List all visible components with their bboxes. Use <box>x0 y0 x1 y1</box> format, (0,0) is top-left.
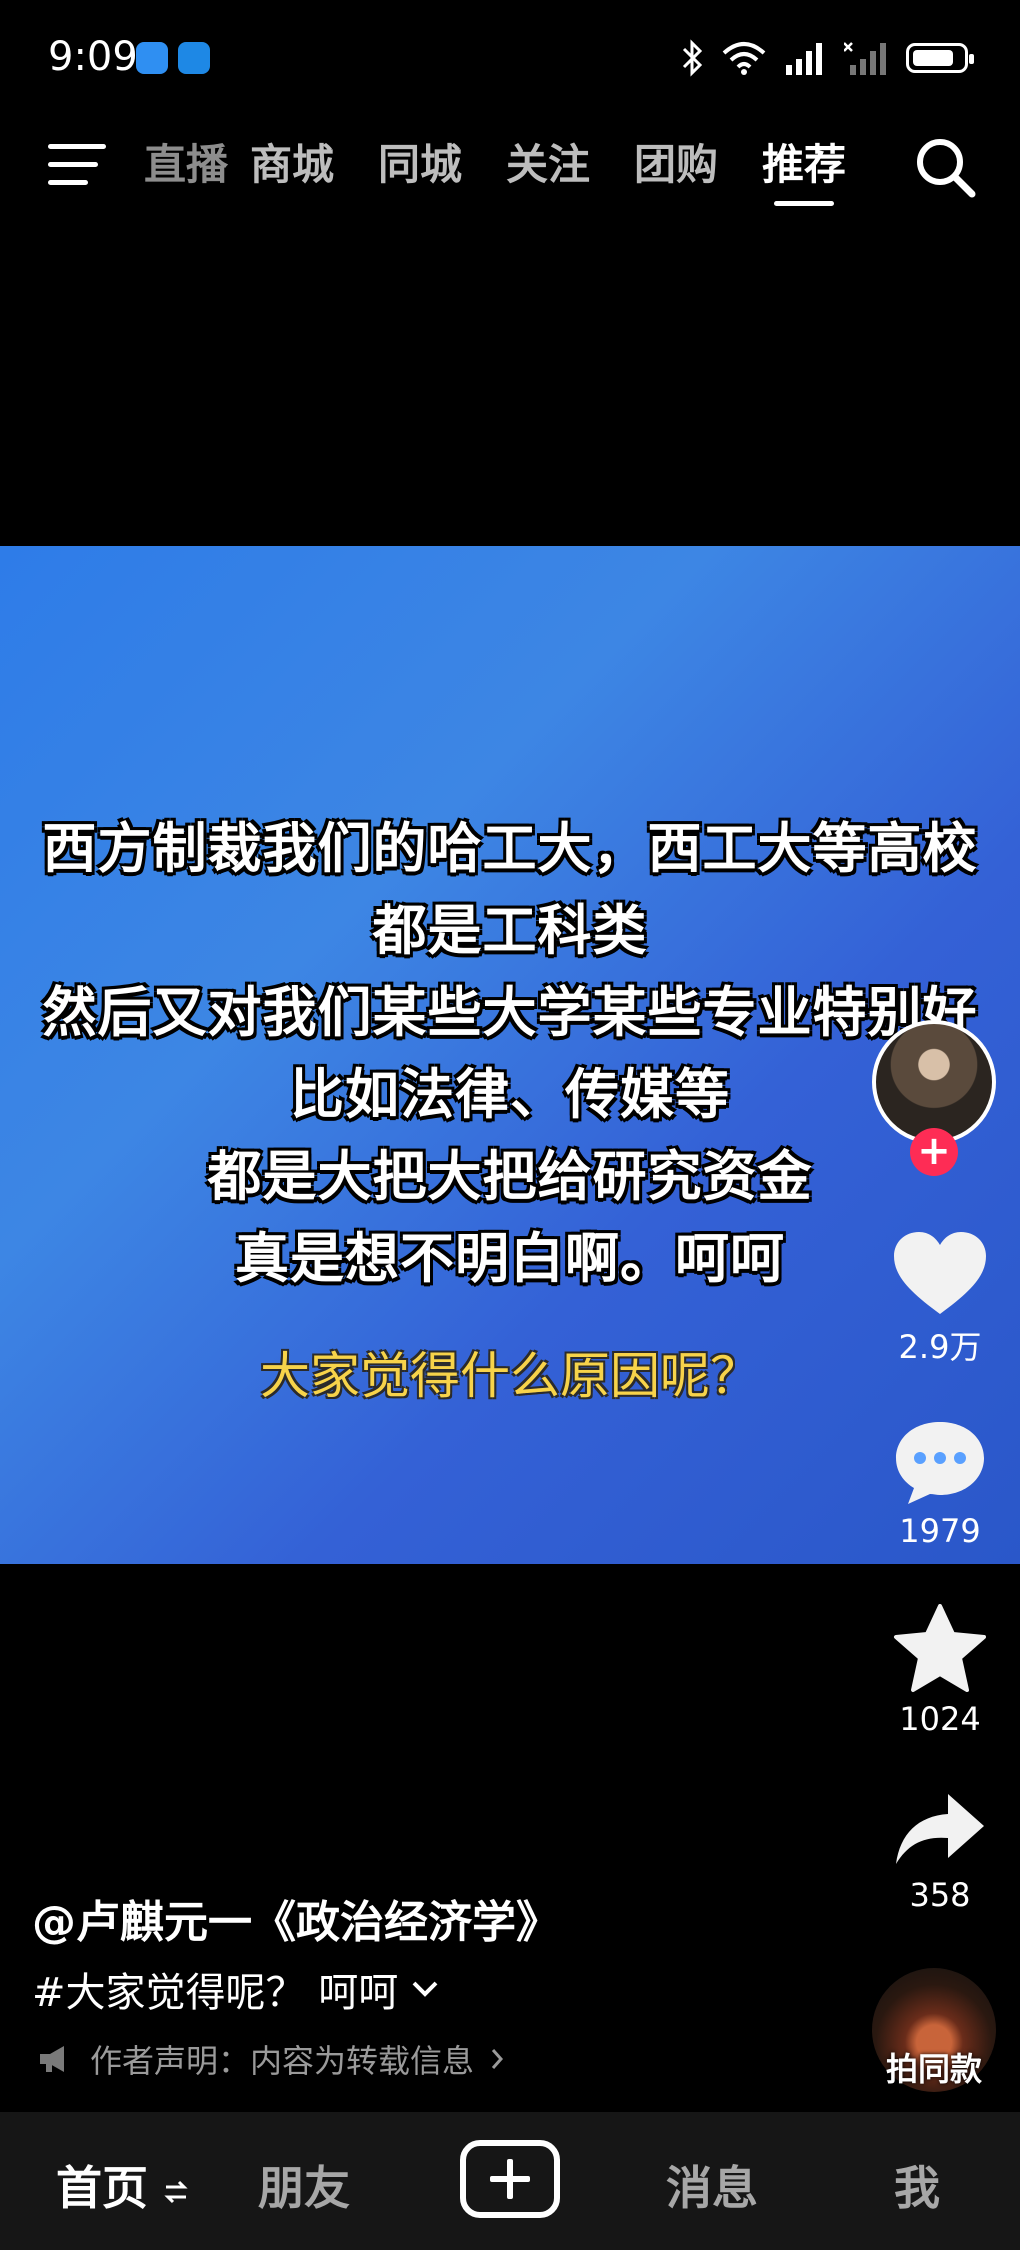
nav-me[interactable]: 我 <box>894 2152 940 2218</box>
weather-app-icon <box>136 42 168 74</box>
video-caption: 西方制裁我们的哈工大，西工大等高校 都是工科类 然后又对我们某些大学某些专业特别… <box>0 808 1020 1300</box>
signal-icon <box>786 43 822 75</box>
share-button[interactable]: 358 <box>860 1790 1020 1914</box>
bottom-nav: 首页 朋友 消息 我 <box>0 2112 1020 2250</box>
tab-live[interactable]: 直播 <box>138 136 228 202</box>
caption-line: 比如法律、传媒等 <box>290 1063 730 1126</box>
chevron-right-icon <box>491 2049 504 2069</box>
same-style-label[interactable]: 拍同款 <box>866 2044 1002 2090</box>
status-time: 9:09 <box>48 34 138 80</box>
swap-icon <box>164 2180 188 2203</box>
tab-following[interactable]: 关注 <box>484 136 612 202</box>
search-icon[interactable] <box>910 132 980 202</box>
follow-button[interactable]: + <box>910 1128 958 1176</box>
author-avatar[interactable] <box>872 1020 996 1144</box>
comment-count: 1979 <box>899 1512 981 1550</box>
caption-line: 都是大把大把给研究资金 <box>207 1145 813 1208</box>
menu-icon[interactable] <box>48 140 108 190</box>
browser-app-icon <box>178 42 210 74</box>
share-icon <box>896 1794 984 1864</box>
wifi-icon <box>722 42 766 75</box>
post-tags: #大家觉得呢？ 呵呵 <box>32 1970 399 2016</box>
share-count: 358 <box>909 1876 971 1914</box>
battery-icon <box>906 43 974 73</box>
star-icon <box>894 1604 986 1692</box>
tab-group-buy[interactable]: 团购 <box>612 136 740 202</box>
favorite-count: 1024 <box>899 1700 981 1738</box>
tab-mall[interactable]: 商城 <box>228 136 356 202</box>
chevron-down-icon[interactable] <box>410 1979 440 1999</box>
author-notice[interactable]: 作者声明：内容为转载信息 <box>38 2036 504 2082</box>
video-frame[interactable]: 西方制裁我们的哈工大，西工大等高校 都是工科类 然后又对我们某些大学某些专业特别… <box>0 546 1020 1564</box>
bluetooth-icon <box>682 39 703 77</box>
nav-home-label: 首页 <box>56 2161 148 2215</box>
feed-tabs: 直播 商城 同城 关注 团购 推荐 <box>138 136 868 206</box>
favorite-button[interactable]: 1024 <box>860 1604 1020 1738</box>
caption-line: 西方制裁我们的哈工大，西工大等高校 <box>42 817 978 880</box>
signal-off-icon <box>844 42 886 75</box>
caption-line: 都是工科类 <box>372 899 648 962</box>
nav-home[interactable]: 首页 <box>56 2152 188 2218</box>
tab-recommended[interactable]: 推荐 <box>740 136 868 206</box>
tab-local[interactable]: 同城 <box>356 136 484 202</box>
like-count: 2.9万 <box>898 1328 982 1366</box>
megaphone-icon <box>40 2046 64 2072</box>
comment-icon <box>896 1422 984 1504</box>
top-nav: 直播 商城 同城 关注 团购 推荐 <box>0 120 1020 230</box>
author-name[interactable]: @卢麒元一《政治经济学》 <box>32 1886 560 1950</box>
like-button[interactable]: 2.9万 <box>860 1230 1020 1368</box>
caption-line: 然后又对我们某些大学某些专业特别好 <box>42 981 978 1044</box>
status-bar: 9:09 <box>0 0 1020 120</box>
notice-text: 作者声明：内容为转载信息 <box>90 2042 475 2080</box>
create-button[interactable] <box>460 2140 560 2218</box>
nav-messages[interactable]: 消息 <box>666 2152 758 2218</box>
heart-icon <box>894 1232 986 1314</box>
nav-friends[interactable]: 朋友 <box>258 2152 350 2218</box>
post-description[interactable]: #大家觉得呢？ 呵呵 <box>32 1960 440 2018</box>
comment-button[interactable]: 1979 <box>860 1418 1020 1550</box>
